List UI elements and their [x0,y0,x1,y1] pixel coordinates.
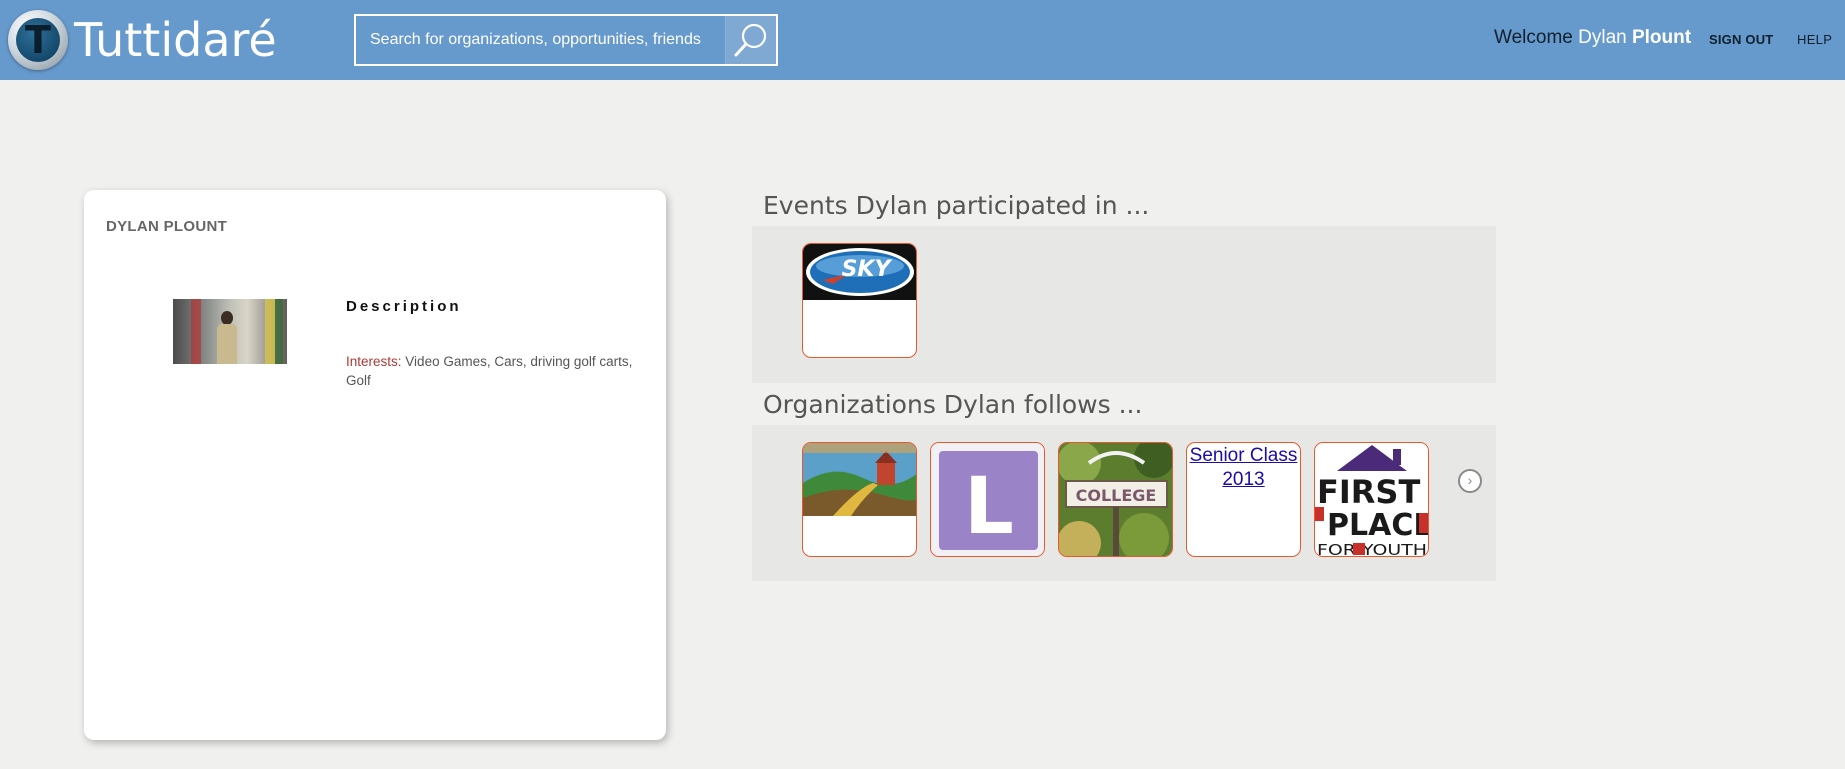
sign-out-link[interactable]: SIGN OUT [1709,32,1773,47]
search-icon [734,23,767,57]
org-tile-college[interactable]: COLLEGE [1058,442,1173,557]
place-text: PLACE [1327,508,1429,543]
events-panel: SKY [752,226,1496,383]
welcome-message: Welcome Dylan Plount [1494,27,1691,49]
first-text: FIRST [1317,473,1420,511]
profile-card: DYLAN PLOUNT Description Interests: Vide… [84,190,666,740]
first-place-for-youth-logo: FIRST PLACE FOR YOUTH [1315,443,1429,557]
org-tile-letter-l[interactable]: L [930,442,1045,557]
logo-wordmark[interactable]: Tuttidaré [74,12,277,68]
user-first-name[interactable]: Dylan [1578,27,1627,48]
event-tile-sky[interactable]: SKY [802,243,917,358]
interests-text: Interests: Video Games, Cars, driving go… [346,352,646,390]
welcome-label: Welcome [1494,27,1573,48]
painting-image [803,443,916,516]
sky-event-logo: SKY [803,244,916,300]
profile-name: DYLAN PLOUNT [106,218,228,235]
organizations-heading: Organizations Dylan follows ... [763,390,1143,419]
organizations-next-button[interactable]: › [1458,469,1482,493]
top-header: T Tuttidaré Welcome Dylan Plount SIGN OU… [0,0,1845,80]
help-link[interactable]: HELP [1797,32,1832,47]
college-sign-text: COLLEGE [1076,486,1157,505]
chevron-right-icon: › [1467,472,1473,488]
interests-label: Interests: [346,354,402,369]
org-tile-painting[interactable] [802,442,917,557]
events-heading: Events Dylan participated in ... [763,191,1150,220]
logo-letter: T [25,18,51,62]
organizations-panel: L COLLEGE Senior Class 2013 FIRST PLACE [752,425,1496,581]
letter-l-logo: L [931,443,1044,556]
search-bar [354,14,778,66]
for-youth-text: FOR YOUTH [1317,541,1427,557]
profile-photo [173,299,287,364]
search-input[interactable] [356,16,728,64]
search-button[interactable] [725,16,776,64]
tuttidare-logo-icon[interactable]: T [8,10,68,70]
letter-l-text: L [964,462,1014,552]
org-tile-first-place[interactable]: FIRST PLACE FOR YOUTH [1314,442,1429,557]
org-tile-senior-class[interactable]: Senior Class 2013 [1186,442,1301,557]
description-heading: Description [346,298,462,315]
sky-logo-text: SKY [842,257,893,282]
college-sign-image: COLLEGE [1059,443,1172,556]
senior-class-link[interactable]: Senior Class 2013 [1187,444,1300,492]
user-last-name[interactable]: Plount [1632,27,1691,48]
